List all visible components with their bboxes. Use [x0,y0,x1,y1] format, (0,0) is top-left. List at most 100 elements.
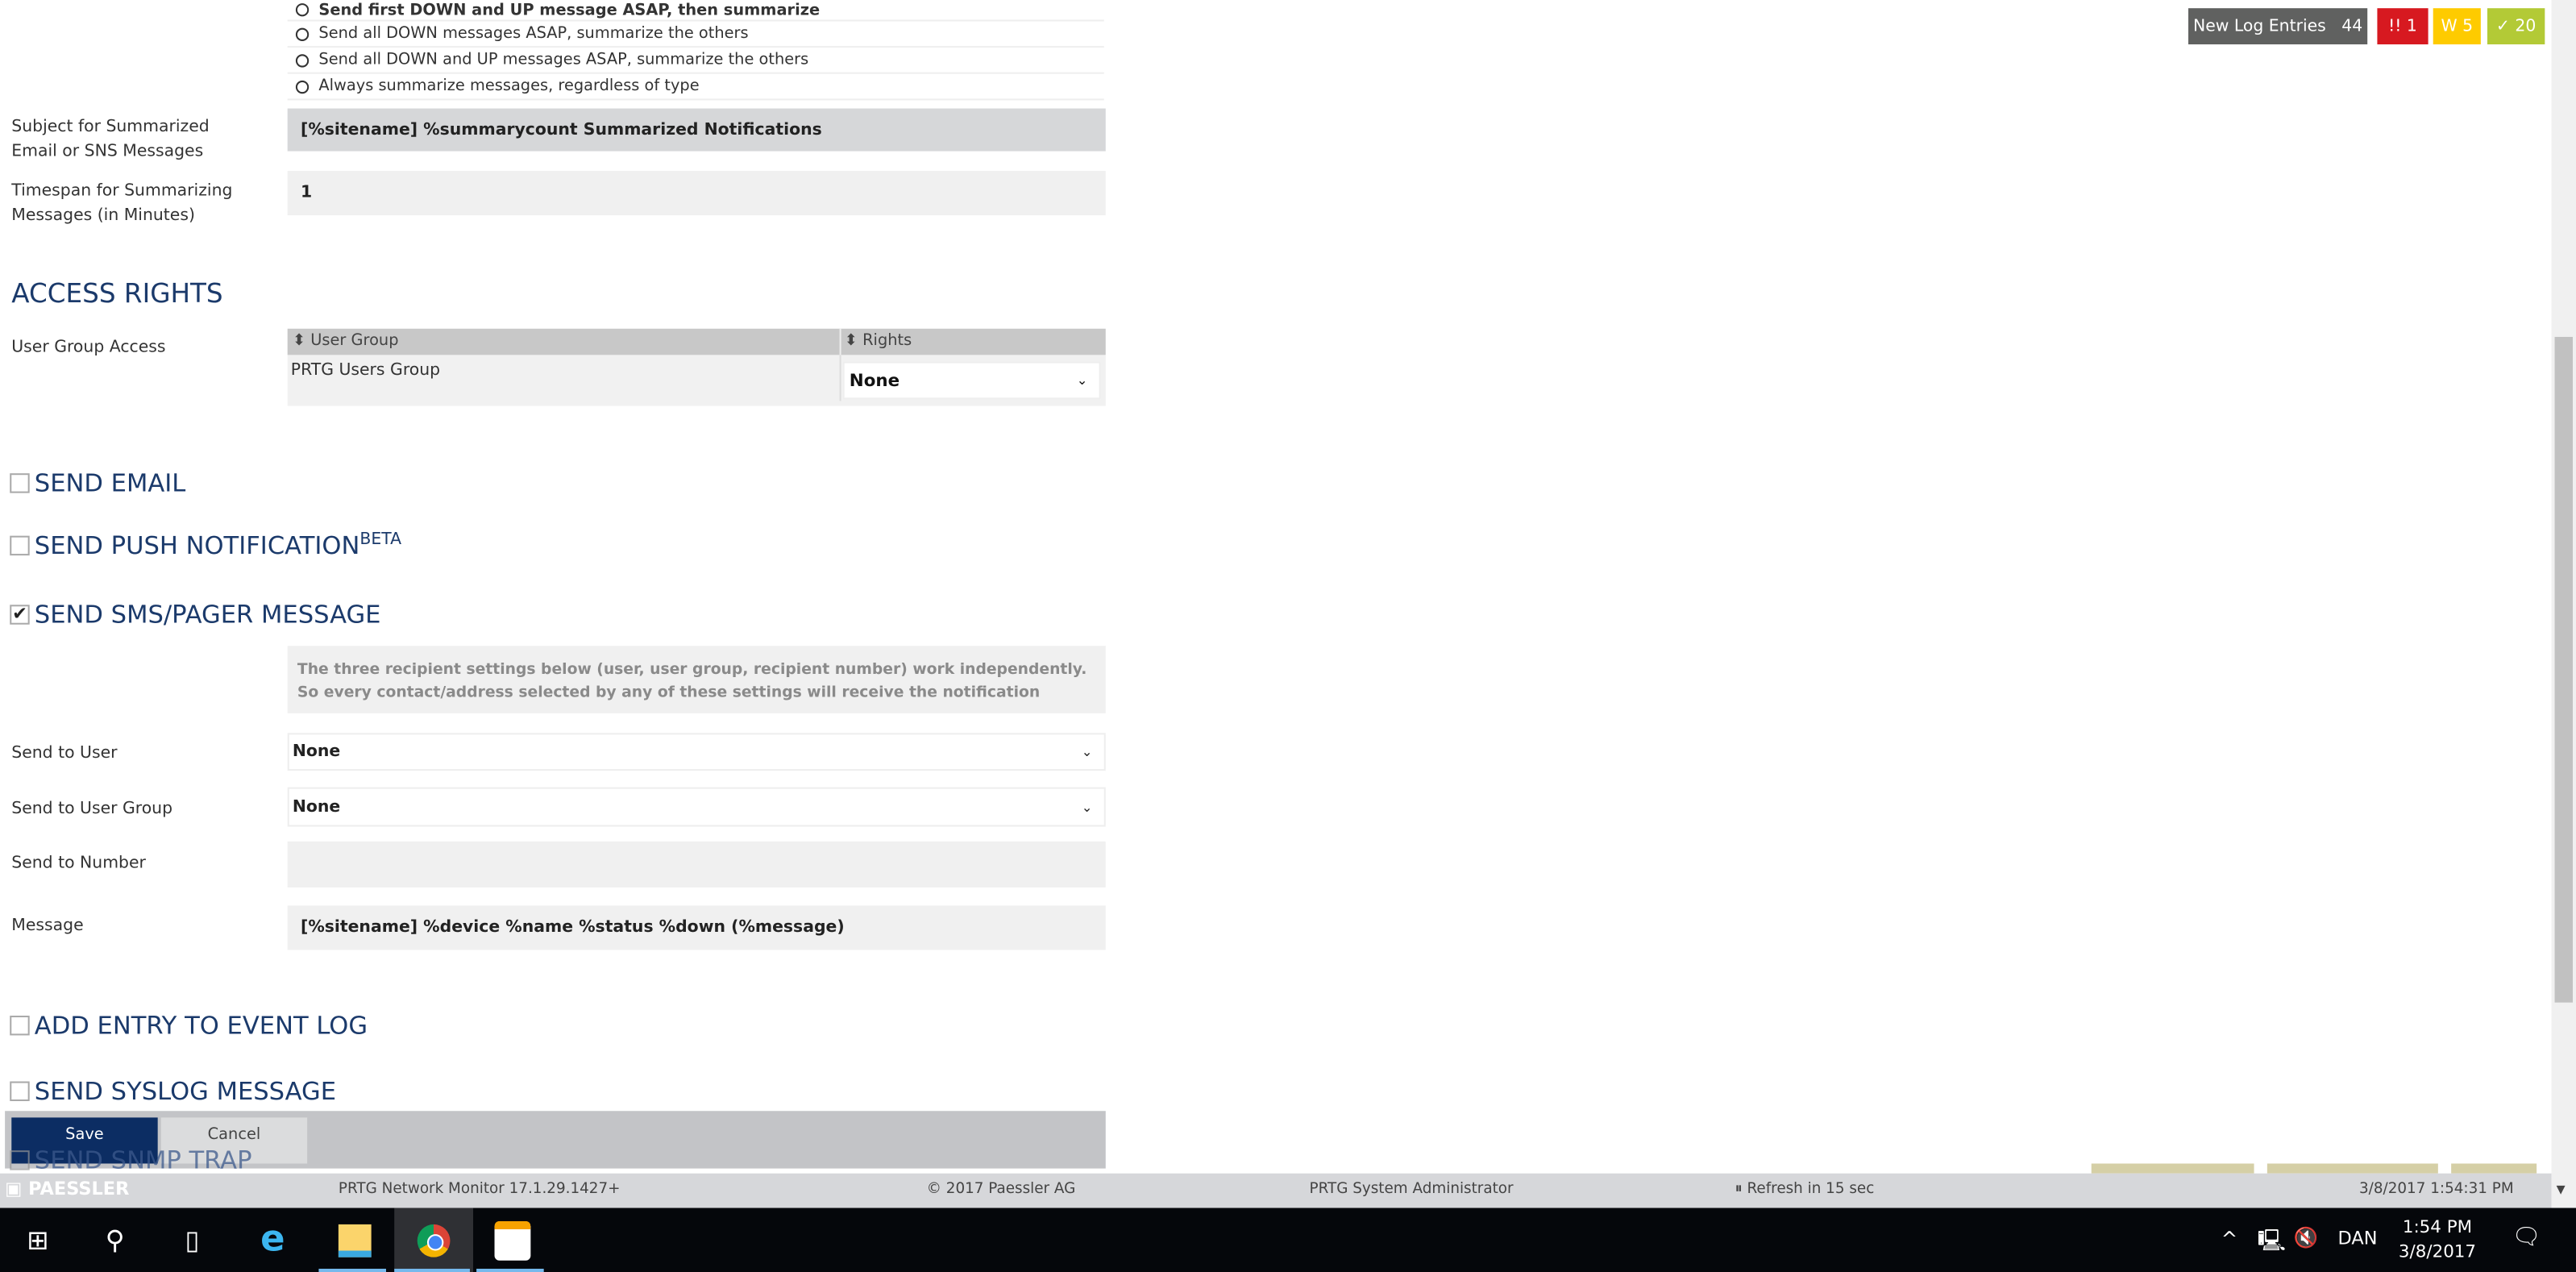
tab[interactable] [2266,1163,2438,1174]
chrome-icon[interactable] [394,1208,474,1272]
tab[interactable] [2451,1163,2537,1174]
pause-icon[interactable]: ⏸ [1735,1182,1742,1198]
section-label: SEND EMAIL [34,468,186,498]
chevron-up-icon[interactable]: ^ [2221,1228,2238,1251]
event-log-section[interactable]: ADD ENTRY TO EVENT LOG [10,1011,368,1041]
checkbox[interactable] [10,535,30,556]
user-group-cell: PRTG Users Group [290,361,441,380]
checkbox[interactable] [10,1081,30,1101]
radio-icon[interactable] [295,27,310,40]
timespan-label: Timespan for Summarizing Messages (in Mi… [11,182,233,226]
column-divider [839,355,841,401]
refresh-control[interactable]: ⏸ Refresh in 15 sec [1735,1182,1874,1198]
subject-label: Subject for Summarized Email or SNS Mess… [11,118,210,161]
windows-taskbar: ⊞ ⚲ ▯ e ^ 🖳 🔇 DAN 1:54 PM 3/8/2017 🗨 [0,1208,2576,1272]
radio-option[interactable]: Send all DOWN and UP messages ASAP, summ… [287,48,1104,74]
badge-count: 44 [2341,17,2363,35]
datetime-text: 3/8/2017 1:54:31 PM [2358,1181,2514,1199]
user-group-access-label: User Group Access [11,338,166,357]
send-to-group-select[interactable]: None ⌄ [287,787,1106,827]
message-label: Message [11,917,84,936]
rights-value: None [849,370,900,391]
windows-start-icon[interactable]: ⊞ [0,1208,76,1272]
sms-info-text: The three recipient settings below (user… [287,646,1106,713]
chevron-down-icon: ⌄ [1076,372,1088,389]
scroll-down-arrow-icon[interactable]: ▼ [2557,1183,2566,1196]
clock[interactable]: 1:54 PM 3/8/2017 [2399,1216,2476,1266]
send-to-user-select[interactable]: None ⌄ [287,733,1106,771]
radio-label: Send first DOWN and UP message ASAP, the… [318,1,821,19]
ok-badge[interactable]: ✓ 20 [2487,8,2545,45]
scrollbar-thumb[interactable] [2554,336,2573,1003]
table-header: ⬍ User Group ⬍ Rights [287,328,1106,355]
subject-input[interactable]: [%sitename] %summarycount Summarized Not… [287,108,1106,152]
section-label: SEND PUSH NOTIFICATION [34,530,360,561]
prtg-page: Send first DOWN and UP message ASAP, the… [0,0,2576,1272]
syslog-section[interactable]: SEND SYSLOG MESSAGE [10,1076,336,1106]
user-text[interactable]: PRTG System Administrator [1310,1182,1514,1198]
prtg-app-icon[interactable] [475,1208,551,1272]
send-to-user-label: Send to User [11,744,118,763]
table-row: PRTG Users Group None ⌄ [287,355,1106,406]
radio-icon[interactable] [295,3,310,17]
access-rights-heading: ACCESS RIGHTS [11,277,223,310]
save-button[interactable]: Save [11,1117,158,1164]
clock-date: 3/8/2017 [2398,1242,2477,1262]
tab[interactable] [2091,1163,2254,1174]
send-to-number-label: Send to Number [11,854,146,873]
clock-time: 1:54 PM [2402,1217,2473,1238]
column-label: User Group [310,331,399,351]
running-indicator [394,1268,470,1272]
chevron-down-icon: ⌄ [1081,799,1093,815]
send-email-section[interactable]: SEND EMAIL [10,468,185,498]
scrollbar[interactable]: ▼ [2551,0,2576,1208]
radio-option[interactable]: Always summarize messages, regardless of… [287,73,1104,101]
file-explorer-icon[interactable] [317,1208,393,1272]
speaker-muted-icon[interactable]: 🔇 [2293,1226,2317,1249]
running-indicator [476,1268,544,1272]
cancel-button[interactable]: Cancel [160,1117,308,1164]
logo-icon: ▣ [5,1178,23,1200]
internet-explorer-icon[interactable]: e [235,1208,310,1272]
sort-icon: ⬍ [844,331,858,351]
badge-label: New Log Entries [2192,17,2326,35]
column-header-rights[interactable]: ⬍ Rights [845,332,912,350]
send-to-group-label: Send to User Group [11,800,173,819]
checkbox-checked[interactable]: ✔ [10,605,30,625]
radio-label: Send all DOWN and UP messages ASAP, summ… [318,51,809,69]
warning-badge[interactable]: W 5 [2433,8,2481,45]
network-icon[interactable]: 🖳 [2258,1226,2286,1262]
send-to-number-input[interactable] [287,841,1106,887]
radio-label: Always summarize messages, regardless of… [318,77,700,96]
checkbox[interactable] [10,473,30,493]
copyright-text[interactable]: © 2017 Paessler AG [927,1182,1076,1198]
select-value: None [292,797,341,817]
paessler-logo: ▣ PAESSLER [5,1178,129,1200]
section-label: SEND SYSLOG MESSAGE [34,1076,337,1107]
chevron-down-icon: ⌄ [1081,744,1093,759]
message-input[interactable]: [%sitename] %device %name %status %down … [287,905,1106,950]
radio-icon[interactable] [295,53,310,67]
action-bar: Save Cancel [5,1111,1106,1169]
sort-icon: ⬍ [292,331,306,351]
send-push-section[interactable]: SEND PUSH NOTIFICATION BETA [10,530,401,561]
radio-icon[interactable] [295,79,310,94]
rights-select[interactable]: None ⌄ [842,361,1101,400]
section-label: SEND SMS/PAGER MESSAGE [34,600,381,630]
version-text: PRTG Network Monitor 17.1.29.1427+ [338,1181,621,1199]
alarm-badge[interactable]: !! 1 [2377,8,2429,45]
timespan-input[interactable]: 1 [287,171,1106,216]
search-icon[interactable]: ⚲ [77,1208,153,1272]
task-view-icon[interactable]: ▯ [155,1208,231,1272]
send-sms-section[interactable]: ✔ SEND SMS/PAGER MESSAGE [10,600,380,630]
logo-text: PAESSLER [28,1178,130,1200]
refresh-text: Refresh in 15 sec [1747,1181,1875,1199]
radio-option[interactable]: Send all DOWN messages ASAP, summarize t… [287,21,1104,48]
radio-option[interactable]: Send first DOWN and UP message ASAP, the… [287,0,1104,22]
language-indicator[interactable]: DAN [2338,1228,2378,1249]
new-log-entries-badge[interactable]: New Log Entries 44 [2188,8,2368,45]
action-center-icon[interactable]: 🗨 [2512,1224,2541,1251]
checkbox[interactable] [10,1015,30,1036]
column-header-user-group[interactable]: ⬍ User Group [293,332,399,350]
column-label: Rights [862,331,912,351]
